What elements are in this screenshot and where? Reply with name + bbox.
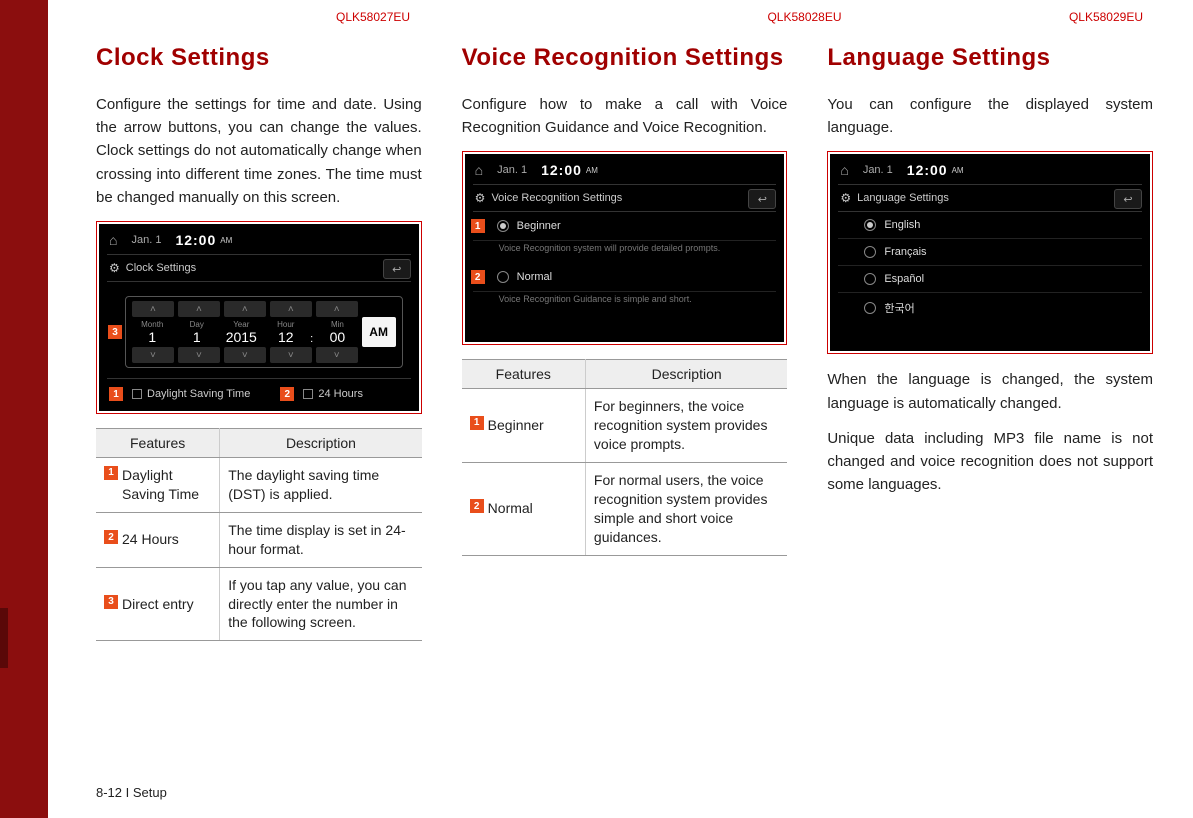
reference-codes: QLK58027EU QLK58028EU QLK58029EU [96,10,1153,24]
table-clock: FeaturesDescription 1Daylight Saving Tim… [96,428,422,641]
radio-icon [864,219,876,231]
page-content: QLK58027EU QLK58028EU QLK58029EU Clock S… [48,0,1193,818]
code-3: QLK58029EU [1069,10,1143,24]
heading-language: Language Settings [827,44,1153,73]
gear-icon: ⚙ [109,261,120,275]
back-button[interactable]: ↩ [1114,189,1142,209]
table-row: 1Beginner For beginners, the voice recog… [462,389,788,463]
home-icon: ⌂ [109,232,117,248]
side-accent [0,0,48,818]
th-features: Features [96,429,220,458]
clock-editor: 3 ˄ ˄ ˄ ˄ ˄ Month1 Day1 Year2015 [125,296,403,368]
vr-option-normal[interactable]: 2 Normal [473,263,777,292]
table-voice: FeaturesDescription 1Beginner For beginn… [462,359,788,555]
heading-clock: Clock Settings [96,44,422,73]
arrow-down[interactable]: ˅ [316,347,358,363]
hour-cell[interactable]: Hour12 [266,318,307,347]
page-footer: 8-12 I Setup [96,785,167,800]
status-bar: ⌂ Jan. 1 12:00 AM [473,160,777,184]
home-icon: ⌂ [840,162,848,178]
status-time: 12:00 [175,232,216,248]
status-bar: ⌂ Jan. 1 12:00 AM [838,160,1142,184]
heading-voice: Voice Recognition Settings [462,44,788,73]
min-cell[interactable]: Min00 [317,318,358,347]
arrow-down[interactable]: ˅ [270,347,312,363]
arrow-down[interactable]: ˅ [178,347,220,363]
table-row: 3Direct entry If you tap any value, you … [96,567,422,641]
table-row: 224 Hours The time display is set in 24-… [96,512,422,567]
col-clock: Clock Settings Configure the settings fo… [96,44,422,641]
lang-english[interactable]: English [838,212,1142,239]
screen-title: ⚙ Language Settings ↩ [838,184,1142,212]
callout-1: 1 [109,387,123,401]
arrow-up[interactable]: ˄ [178,301,220,317]
radio-icon [864,273,876,285]
radio-icon [864,246,876,258]
day-cell[interactable]: Day1 [177,318,218,347]
callout-2: 2 [471,270,485,284]
arrow-up[interactable]: ˄ [224,301,266,317]
status-date: Jan. 1 [131,234,161,246]
arrow-down[interactable]: ˅ [132,347,174,363]
arrow-up[interactable]: ˄ [270,301,312,317]
col-voice: Voice Recognition Settings Configure how… [462,44,788,641]
year-cell[interactable]: Year2015 [221,318,262,347]
status-bar: ⌂ Jan. 1 12:00 AM [107,230,411,254]
callout-3: 3 [108,325,122,339]
gear-icon: ⚙ [475,191,486,205]
col-language: Language Settings You can configure the … [827,44,1153,641]
table-row: 1Daylight Saving Time The daylight savin… [96,458,422,513]
screenshot-language: ⌂ Jan. 1 12:00 AM ⚙ Language Settings ↩ … [827,151,1153,354]
screenshot-voice: ⌂ Jan. 1 12:00 AM ⚙ Voice Recognition Se… [462,151,788,345]
desc-language-1: You can configure the displayed system l… [827,93,1153,140]
lang-korean[interactable]: 한국어 [838,293,1142,323]
radio-icon [864,302,876,314]
lang-francais[interactable]: Français [838,239,1142,266]
back-button[interactable]: ↩ [748,189,776,209]
arrow-up[interactable]: ˄ [316,301,358,317]
screen-title: ⚙ Clock Settings ↩ [107,254,411,282]
callout-1: 1 [471,219,485,233]
desc-clock: Configure the settings for time and date… [96,93,422,209]
code-1: QLK58027EU [336,10,410,24]
vr-sub-1: Voice Recognition system will provide de… [473,241,777,263]
desc-language-3: Unique data including MP3 file name is n… [827,427,1153,497]
24h-checkbox[interactable]: 2 24 Hours [280,387,363,401]
desc-voice: Configure how to make a call with Voice … [462,93,788,140]
desc-language-2: When the language is changed, the system… [827,368,1153,415]
vr-sub-2: Voice Recognition Guidance is simple and… [473,292,777,314]
table-row: 2Normal For normal users, the voice reco… [462,462,788,555]
ampm-toggle[interactable]: AM [362,317,396,347]
screen-title: ⚙ Voice Recognition Settings ↩ [473,184,777,212]
screen-title-text: Clock Settings [126,262,196,274]
status-ampm: AM [220,236,232,245]
home-icon: ⌂ [475,162,483,178]
radio-icon [497,271,509,283]
radio-icon [497,220,509,232]
lang-espanol[interactable]: Español [838,266,1142,293]
month-cell[interactable]: Month1 [132,318,173,347]
arrow-down[interactable]: ˅ [224,347,266,363]
gear-icon: ⚙ [840,191,851,205]
vr-option-beginner[interactable]: 1 Beginner [473,212,777,241]
dst-checkbox[interactable]: 1 Daylight Saving Time [109,387,250,401]
code-2: QLK58028EU [767,10,841,24]
th-description: Description [220,429,422,458]
callout-2: 2 [280,387,294,401]
back-button[interactable]: ↩ [383,259,411,279]
arrow-up[interactable]: ˄ [132,301,174,317]
screenshot-clock: ⌂ Jan. 1 12:00 AM ⚙ Clock Settings ↩ 3 ˄ [96,221,422,414]
